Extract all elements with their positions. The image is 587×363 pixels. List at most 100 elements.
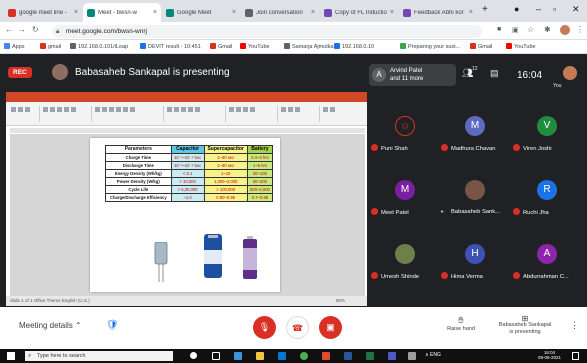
table-header: Capacitor	[170, 145, 205, 154]
participant-name-row: Viren Joshi	[513, 144, 585, 152]
bookmark-item[interactable]: Apps	[4, 43, 25, 50]
bookmark-item[interactable]: YouTube	[240, 43, 270, 50]
tab-close-icon[interactable]: ×	[469, 9, 473, 16]
participant-tile[interactable]: V Viren Joshi	[513, 108, 581, 154]
translate-icon[interactable]: ▣	[512, 26, 519, 34]
task-view-icon[interactable]	[212, 352, 220, 360]
powerpoint-icon[interactable]	[322, 352, 330, 360]
bookmark-icon	[140, 43, 146, 49]
bookmark-icon	[470, 43, 476, 49]
camera-off-button[interactable]: ▣	[319, 316, 342, 339]
meet-top-bar: REC Babasaheb Sankapal is presenting A A…	[0, 54, 587, 92]
browser-tab[interactable]: google meet line - ×	[4, 3, 82, 22]
table-cell: 0.90~0.95	[203, 193, 248, 202]
profile-avatar[interactable]	[560, 25, 570, 35]
taskbar-search-input[interactable]: ⌕ Type here to search	[25, 351, 173, 361]
close-window-icon[interactable]: ✕	[572, 4, 580, 15]
system-tray[interactable]: ∧ ENG	[425, 352, 441, 358]
reload-icon[interactable]: ↻	[32, 25, 39, 34]
browser-tab[interactable]: Meet - bwsn-w ×	[83, 3, 161, 22]
more-options-icon[interactable]: ⋮	[570, 320, 579, 331]
search-placeholder: Type here to search	[37, 353, 86, 359]
participants-preview[interactable]: A Arvind Patel and 11 more	[369, 64, 456, 86]
browser-tab[interactable]: Copy of FL Inductio ×	[320, 3, 398, 22]
notifications-icon[interactable]	[572, 352, 579, 360]
raise-hand-button[interactable]: ✋︎ Raise hand	[446, 315, 476, 332]
bookmark-item[interactable]: Samarja Ajmutkar	[284, 43, 335, 50]
mic-off-button[interactable]: 🎙︎	[253, 316, 276, 339]
mic-off-icon	[513, 144, 520, 151]
table-cell: 0.3~3 hrs	[246, 153, 274, 162]
bookmark-item[interactable]: 192.168.0.101/iLeap	[70, 43, 128, 50]
participant-tile[interactable]: ☺ Puni Shah	[371, 108, 439, 154]
os-taskbar: ⌕ Type here to search ∧ ENG 16:04 09-06-…	[0, 349, 587, 363]
bookmark-item[interactable]: DEVIT result - 10:451	[140, 43, 201, 50]
participant-emoji-avatar: ☺	[395, 116, 415, 136]
store-icon[interactable]	[278, 352, 286, 360]
forward-icon[interactable]: →	[18, 25, 26, 34]
participant-tile[interactable]: R Ruchi Jha	[513, 172, 581, 218]
participant-tile[interactable]: M Madhura Chavan	[441, 108, 509, 154]
maximize-icon[interactable]: ▫	[553, 4, 556, 14]
bookmark-item[interactable]: YouTube	[506, 43, 536, 50]
excel-icon[interactable]	[366, 352, 374, 360]
tab-close-icon[interactable]: ×	[232, 9, 236, 16]
teams-icon[interactable]	[388, 352, 396, 360]
menu-icon[interactable]: ⋮	[576, 25, 584, 34]
bookmark-item[interactable]: 192.168.0.10	[334, 43, 374, 50]
participant-tile[interactable]: M Meet Patel	[371, 172, 439, 218]
profile-icon[interactable]: ●	[514, 4, 519, 14]
app-icon[interactable]	[408, 352, 416, 360]
bookmark-label: DEVIT result - 10:451	[148, 44, 201, 50]
extensions-icon[interactable]: ✱	[544, 25, 551, 34]
participant-tile[interactable]: H Hima Verma	[441, 236, 509, 282]
participant-name-row: Puni Shah	[371, 144, 443, 152]
participant-tile[interactable]: Umesh Shinde	[371, 236, 439, 282]
word-icon[interactable]	[344, 352, 352, 360]
bookmark-icon	[40, 43, 46, 49]
recording-badge: REC	[8, 67, 32, 78]
browser-tab[interactable]: Feedback Abhi kor ×	[399, 3, 477, 22]
file-explorer-icon[interactable]	[256, 352, 264, 360]
browser-tab[interactable]: Google Meet ×	[162, 3, 240, 22]
table-row: Charge Time 10⁻³~10⁻⁶ sec 1~30 sec 0.3~3 hr…	[105, 153, 274, 162]
table-row: Energy Density (Wh/kg) < 0.1 1~10 20~100	[105, 169, 274, 178]
participant-name: Madhura Chavan	[451, 146, 496, 152]
leave-call-button[interactable]: ☎︎	[286, 316, 309, 339]
chrome-icon[interactable]	[300, 352, 308, 360]
meeting-details-button[interactable]: Meeting details ⌃	[19, 321, 82, 330]
presenting-now-button[interactable]: ⊞ Babasaheb Sankapal is presenting	[494, 315, 556, 336]
cortana-icon[interactable]	[190, 352, 197, 359]
minimize-icon[interactable]: –	[536, 4, 541, 14]
tab-close-icon[interactable]: ×	[153, 9, 157, 16]
hang-up-icon: ☎︎	[291, 323, 304, 333]
chat-icon[interactable]: ▤	[490, 68, 499, 79]
bookmark-item[interactable]: Gmail	[210, 43, 232, 50]
participant-name: Arvind Patel	[390, 68, 423, 74]
table-cell: > 5,00,000	[170, 185, 205, 194]
participant-tile[interactable]: A Abdurrahman C...	[513, 236, 581, 282]
url-input[interactable]: 🔒︎ meet.google.com/bwsn-wnrj	[52, 25, 482, 38]
mic-off-icon	[513, 272, 520, 279]
browser-tab[interactable]: Join conversation ×	[241, 3, 319, 22]
tab-close-icon[interactable]: ×	[311, 9, 315, 16]
table-cell: ~1.0	[170, 193, 205, 202]
bookmark-item[interactable]: Preparing your sust...	[400, 43, 460, 50]
tab-label: Google Meet	[177, 9, 212, 16]
shield-icon[interactable]: 🛡︎	[106, 320, 119, 332]
mic-off-icon	[441, 144, 448, 151]
edge-icon[interactable]	[234, 352, 242, 360]
table-row: Cycle Life > 5,00,000 > 100,000 500~2,000	[105, 185, 274, 194]
new-tab-button[interactable]: +	[482, 4, 488, 15]
bookmark-item[interactable]: gmail	[40, 43, 61, 50]
taskbar-clock[interactable]: 16:04 09-06-2021	[538, 350, 561, 360]
camera-icon[interactable]: ■	[497, 26, 501, 33]
bookmark-item[interactable]: Gmail	[470, 43, 492, 50]
star-icon[interactable]: ☆	[527, 25, 534, 34]
participant-tile[interactable]: ▸ Babasaheb Sank...	[441, 172, 509, 218]
tab-close-icon[interactable]: ×	[74, 9, 78, 16]
windows-start-icon[interactable]	[7, 352, 15, 360]
table-cell: Energy Density (Wh/kg)	[105, 169, 172, 178]
tab-close-icon[interactable]: ×	[390, 9, 394, 16]
back-icon[interactable]: ←	[5, 25, 13, 34]
